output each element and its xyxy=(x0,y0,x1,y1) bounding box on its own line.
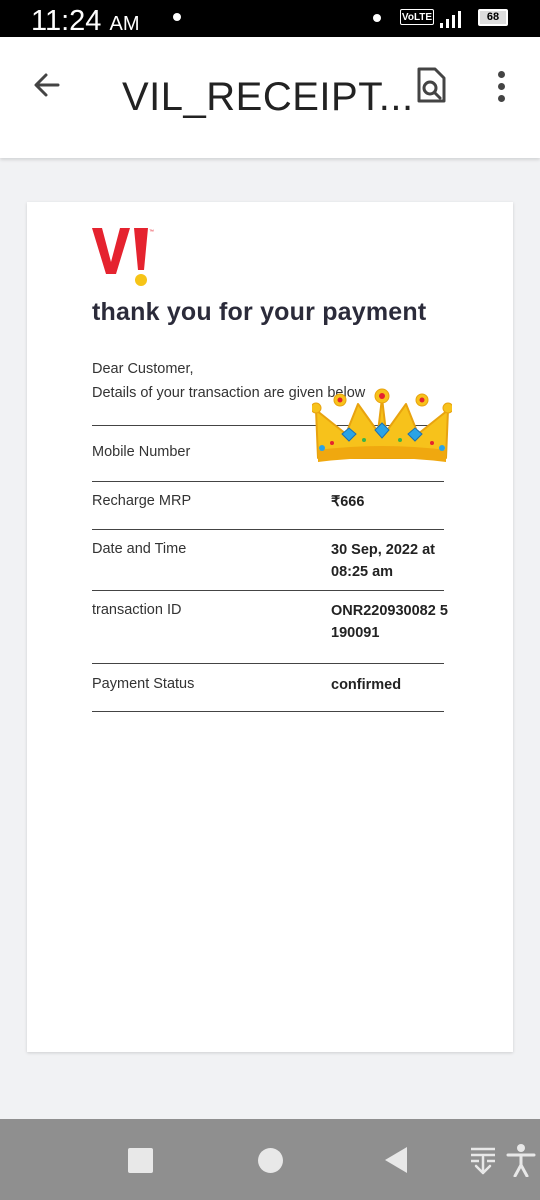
notification-dot-icon xyxy=(373,14,381,22)
find-in-document-button[interactable] xyxy=(410,63,452,109)
svg-text:™: ™ xyxy=(149,229,154,235)
document-search-icon xyxy=(417,67,446,103)
greeting: Dear Customer, xyxy=(92,361,194,377)
status-time: 11:24 AM xyxy=(31,5,140,37)
nav-back-icon[interactable] xyxy=(383,1146,409,1174)
row-label: Date and Time xyxy=(92,541,187,557)
signal-icon xyxy=(440,8,466,28)
more-options-button[interactable] xyxy=(490,63,514,109)
nav-home-icon[interactable] xyxy=(258,1148,283,1173)
page-title: VIL_RECEIPT... xyxy=(122,75,414,119)
crown-sticker xyxy=(312,388,452,462)
nav-recents-icon[interactable] xyxy=(128,1148,153,1173)
row-value: 30 Sep, 2022 at 08:25 am xyxy=(331,542,435,580)
app-bar: VIL_RECEIPT... xyxy=(0,37,540,158)
arrow-back-icon xyxy=(34,73,60,97)
row-label: transaction ID xyxy=(92,602,182,618)
row-value: ONR220930082 5190091 xyxy=(331,603,448,641)
download-list-icon[interactable] xyxy=(468,1143,498,1177)
battery-icon: 68 xyxy=(478,9,508,26)
volte-badge: VoLTE xyxy=(400,9,434,25)
row-payment-status: Payment Status confirmed xyxy=(92,663,444,712)
vi-logo: ™ xyxy=(92,228,154,286)
row-label: Recharge MRP xyxy=(92,493,192,509)
back-button[interactable] xyxy=(28,65,68,105)
row-recharge-mrp: Recharge MRP ₹666 xyxy=(92,481,444,530)
status-bar: 11:24 AM VoLTE 68 xyxy=(0,0,540,37)
system-nav-bar xyxy=(0,1119,540,1200)
receipt-document: ™ thank you for your payment Dear Custom… xyxy=(27,202,513,1052)
more-vert-icon xyxy=(498,71,505,78)
row-label: Mobile Number xyxy=(92,444,191,460)
divider xyxy=(92,711,444,712)
row-date-time: Date and Time 30 Sep, 2022 at 08:25 am xyxy=(92,529,444,591)
notification-dot-icon xyxy=(173,13,181,21)
row-value: ₹666 xyxy=(331,494,365,510)
row-value: confirmed xyxy=(331,677,402,693)
accessibility-icon[interactable] xyxy=(506,1143,536,1177)
receipt-heading: thank you for your payment xyxy=(92,298,427,326)
row-label: Payment Status xyxy=(92,676,195,692)
row-transaction-id: transaction ID ONR220930082 5190091 xyxy=(92,590,448,664)
